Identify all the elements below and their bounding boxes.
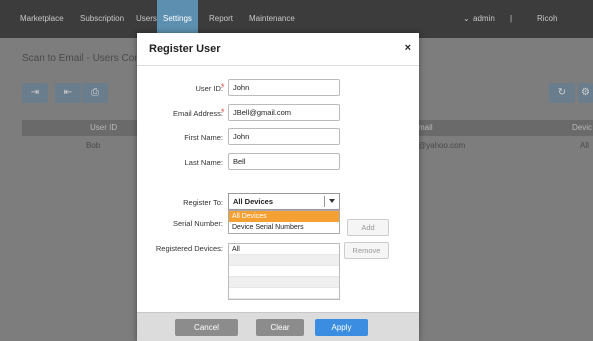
column-user-id[interactable]: User ID <box>90 120 117 136</box>
remove-button[interactable]: Remove <box>344 242 389 259</box>
page-title: Scan to Email - Users Confi <box>22 53 145 64</box>
cell-devices: All <box>580 141 589 150</box>
user-menu[interactable]: admin <box>473 0 495 38</box>
add-button[interactable]: Add <box>347 219 389 236</box>
first-name-field[interactable]: John <box>228 128 340 145</box>
list-item[interactable] <box>229 288 339 299</box>
list-item[interactable] <box>229 255 339 266</box>
column-email[interactable]: mail <box>418 120 433 136</box>
list-item[interactable] <box>229 277 339 288</box>
select-divider <box>324 196 325 207</box>
nav-marketplace[interactable]: Marketplace <box>15 0 69 38</box>
clear-button[interactable]: Clear <box>256 319 304 336</box>
print-button[interactable]: ⎙ <box>82 83 108 103</box>
column-devices[interactable]: Devic <box>572 120 592 136</box>
cell-user-id: Bob <box>86 141 101 150</box>
register-to-dropdown: All Devices Device Serial Numbers <box>228 210 340 234</box>
required-mark: * <box>221 107 225 117</box>
option-device-serial-numbers[interactable]: Device Serial Numbers <box>229 222 339 233</box>
dialog-title: Register User <box>149 43 221 55</box>
list-item[interactable] <box>229 266 339 277</box>
registered-devices-label: Registered Devices: <box>155 244 223 253</box>
list-item[interactable]: All <box>229 244 339 255</box>
serial-number-label: Serial Number: <box>172 219 223 228</box>
apply-button[interactable]: Apply <box>315 319 368 336</box>
option-all-devices[interactable]: All Devices <box>229 211 339 222</box>
import-button[interactable]: ⇥ <box>22 83 48 103</box>
email-field[interactable]: JBell@gmail.com <box>228 104 340 121</box>
nav-separator: | <box>510 14 513 23</box>
chevron-down-icon[interactable]: ⌄ <box>463 0 470 38</box>
last-name-field[interactable]: Bell <box>228 153 340 170</box>
email-label: Email Address: <box>172 109 223 118</box>
chevron-down-icon[interactable] <box>329 199 335 203</box>
export-button[interactable]: ⇤ <box>55 83 81 103</box>
app-name[interactable]: Ricoh Applicatio <box>537 0 593 61</box>
nav-subscription[interactable]: Subscription <box>75 0 129 38</box>
required-mark: * <box>221 82 225 92</box>
user-id-label: User ID: <box>195 84 223 93</box>
register-to-value: All Devices <box>233 197 274 206</box>
cancel-button[interactable]: Cancel <box>175 319 238 336</box>
register-user-dialog: Register User × User ID: * John Email Ad… <box>137 33 419 341</box>
register-to-select[interactable]: All Devices <box>228 193 340 210</box>
last-name-label: Last Name: <box>184 158 223 167</box>
register-to-label: Register To: <box>183 198 223 207</box>
user-id-field[interactable]: John <box>228 79 340 96</box>
cell-email: @yahoo.com <box>418 141 466 150</box>
dialog-footer: Cancel Clear Apply <box>137 312 419 341</box>
dialog-divider <box>137 65 419 66</box>
first-name-label: First Name: <box>184 133 223 142</box>
refresh-button[interactable]: ↻ <box>549 83 575 103</box>
close-icon[interactable]: × <box>405 42 411 54</box>
registered-devices-list: All <box>228 243 340 300</box>
settings-button[interactable]: ⚙ <box>578 83 593 103</box>
